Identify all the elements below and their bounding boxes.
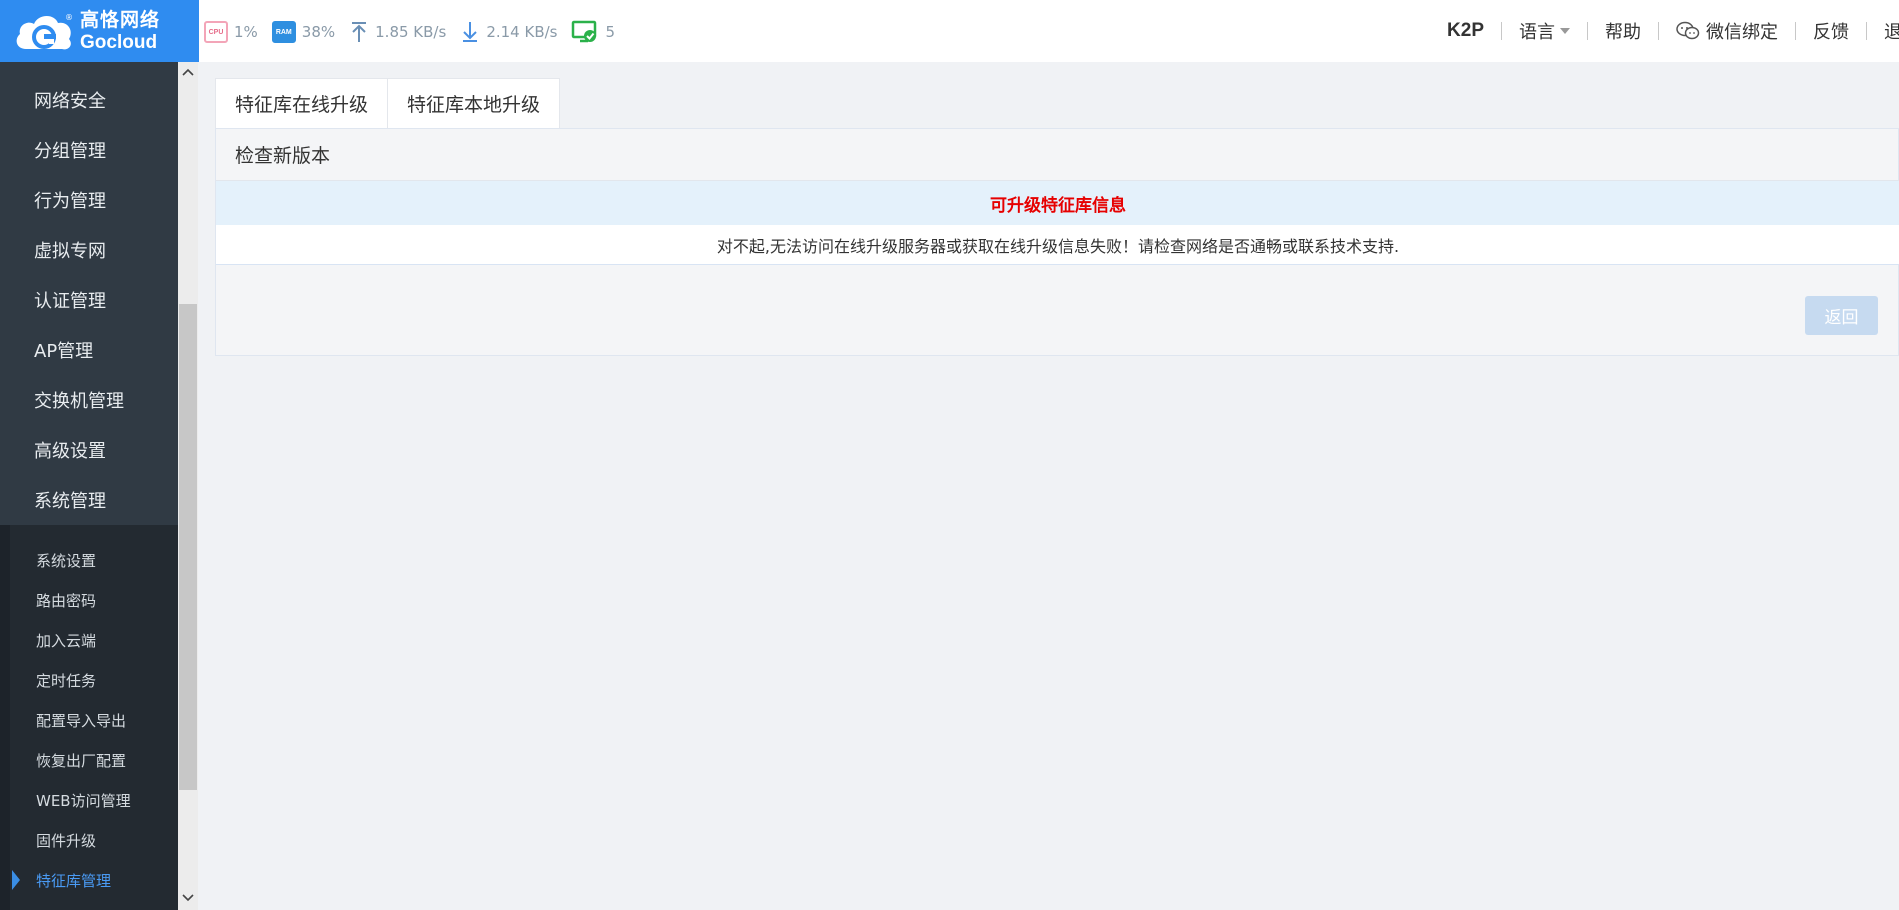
cpu-usage: 1% [234, 23, 258, 41]
wechat-bind-label: 微信绑定 [1706, 22, 1778, 43]
back-button[interactable]: 返回 [1805, 296, 1878, 335]
router-model: K2P [1447, 20, 1484, 41]
wechat-bind-link[interactable]: 微信绑定 [1659, 18, 1795, 44]
brand-name-cn: 高恪网络 [80, 8, 161, 31]
submenu-item-scheduled-tasks[interactable]: 定时任务 [0, 660, 178, 700]
tab-online-upgrade[interactable]: 特征库在线升级 [215, 78, 389, 129]
sidebar-item-vpn[interactable]: 虚拟专网 [0, 225, 178, 275]
sidebar-item-behavior-management[interactable]: 行为管理 [0, 175, 178, 225]
sidebar-scrollbar[interactable] [178, 62, 198, 910]
sidebar-item-group-management[interactable]: 分组管理 [0, 125, 178, 175]
chevron-down-icon [1560, 28, 1570, 34]
sidebar-item-authentication[interactable]: 认证管理 [0, 275, 178, 325]
upload-speed: 1.85 KB/s [375, 23, 447, 41]
download-stat: 2.14 KB/s [460, 21, 557, 43]
tab-bar: 特征库在线升级 特征库本地升级 [215, 78, 561, 129]
sidebar-item-advanced-settings[interactable]: 高级设置 [0, 425, 178, 475]
feedback-link[interactable]: 反馈 [1796, 18, 1866, 44]
sidebar: 网络安全 分组管理 行为管理 虚拟专网 认证管理 AP管理 交换机管理 高级设置… [0, 62, 178, 910]
ram-stat: RAM 38% [271, 21, 336, 43]
wechat-icon [1676, 21, 1700, 41]
scroll-up-icon[interactable] [178, 62, 198, 82]
ram-usage: 38% [301, 23, 336, 41]
brand-name-en: Gocloud [80, 31, 158, 53]
sidebar-item-switch-management[interactable]: 交换机管理 [0, 375, 178, 425]
online-devices-stat[interactable]: 5 [571, 20, 615, 44]
online-monitor-icon [571, 20, 599, 44]
sidebar-item-network-security[interactable]: 网络安全 [0, 75, 178, 125]
submenu-item-router-password[interactable]: 路由密码 [0, 580, 178, 620]
scrollbar-thumb[interactable] [179, 304, 197, 790]
download-speed: 2.14 KB/s [486, 23, 558, 41]
system-stats: CPU 1% RAM 38% 1.85 KB/s 2.14 KB/s 5 [204, 18, 629, 46]
main-content: 特征库在线升级 特征库本地升级 检查新版本 可升级特征库信息 对不起,无法访问在… [198, 62, 1899, 910]
upgrade-info-table: 可升级特征库信息 对不起,无法访问在线升级服务器或获取在线升级信息失败！请检查网… [216, 181, 1899, 265]
error-message: 对不起,无法访问在线升级服务器或获取在线升级信息失败！请检查网络是否通畅或联系技… [716, 237, 1400, 256]
language-label: 语言 [1519, 22, 1555, 43]
submenu-item-web-access[interactable]: WEB访问管理 [0, 780, 178, 820]
top-header: ® 高恪网络 Gocloud CPU 1% RAM 38% 1.85 KB/s [0, 0, 1899, 62]
cpu-stat: CPU 1% [204, 21, 258, 43]
submenu-item-firmware-upgrade[interactable]: 固件升级 [0, 820, 178, 860]
upload-stat: 1.85 KB/s [349, 21, 446, 43]
panel-title: 检查新版本 [216, 129, 1898, 181]
header-nav: K2P 语言 帮助 微信绑定 反馈 退出 [1430, 0, 1899, 62]
online-devices-count: 5 [605, 23, 616, 41]
table-header: 可升级特征库信息 [216, 181, 1899, 225]
submenu-item-system-settings[interactable]: 系统设置 [0, 540, 178, 580]
download-arrow-icon [460, 21, 480, 43]
system-management-submenu: 系统设置 路由密码 加入云端 定时任务 配置导入导出 恢复出厂配置 WEB访问管… [0, 525, 178, 910]
registered-mark: ® [65, 13, 73, 22]
submenu-item-join-cloud[interactable]: 加入云端 [0, 620, 178, 660]
logout-link[interactable]: 退出 [1867, 18, 1899, 44]
check-version-panel: 检查新版本 可升级特征库信息 对不起,无法访问在线升级服务器或获取在线升级信息失… [215, 128, 1899, 356]
submenu-item-factory-reset[interactable]: 恢复出厂配置 [0, 740, 178, 780]
help-link[interactable]: 帮助 [1588, 18, 1658, 44]
submenu-item-signature-db[interactable]: 特征库管理 [0, 860, 178, 900]
sidebar-item-ap-management[interactable]: AP管理 [0, 325, 178, 375]
language-selector[interactable]: 语言 [1502, 18, 1587, 44]
tab-local-upgrade[interactable]: 特征库本地升级 [388, 78, 561, 129]
cpu-icon: CPU [204, 21, 228, 43]
sidebar-item-system-management[interactable]: 系统管理 [0, 475, 178, 525]
upload-arrow-icon [349, 21, 369, 43]
scroll-down-icon[interactable] [178, 888, 198, 908]
ram-icon: RAM [271, 21, 296, 43]
brand-logo[interactable]: ® 高恪网络 Gocloud [0, 0, 199, 62]
submenu-item-config-import-export[interactable]: 配置导入导出 [0, 700, 178, 740]
